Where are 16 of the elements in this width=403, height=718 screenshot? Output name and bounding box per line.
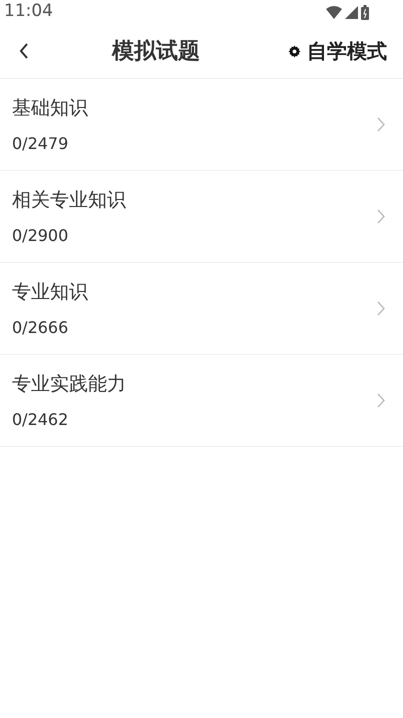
chevron-icon [377,301,385,316]
item-title: 基础知识 [12,96,88,120]
item-title: 相关专业知识 [12,188,126,212]
gear-icon [288,44,301,58]
status-time: 11:04 [4,0,53,24]
mode-button[interactable]: 自学模式 [288,36,403,66]
chevron-icon [377,209,385,224]
battery-icon [361,4,369,20]
page-title: 模拟试题 [112,38,200,66]
chevron-icon [377,117,385,132]
chevron-icon [377,393,385,408]
back-icon [19,43,29,59]
item-title: 专业知识 [12,280,88,304]
item-title: 专业实践能力 [12,372,126,396]
signal-icon [345,6,358,18]
wifi-icon [326,6,342,18]
